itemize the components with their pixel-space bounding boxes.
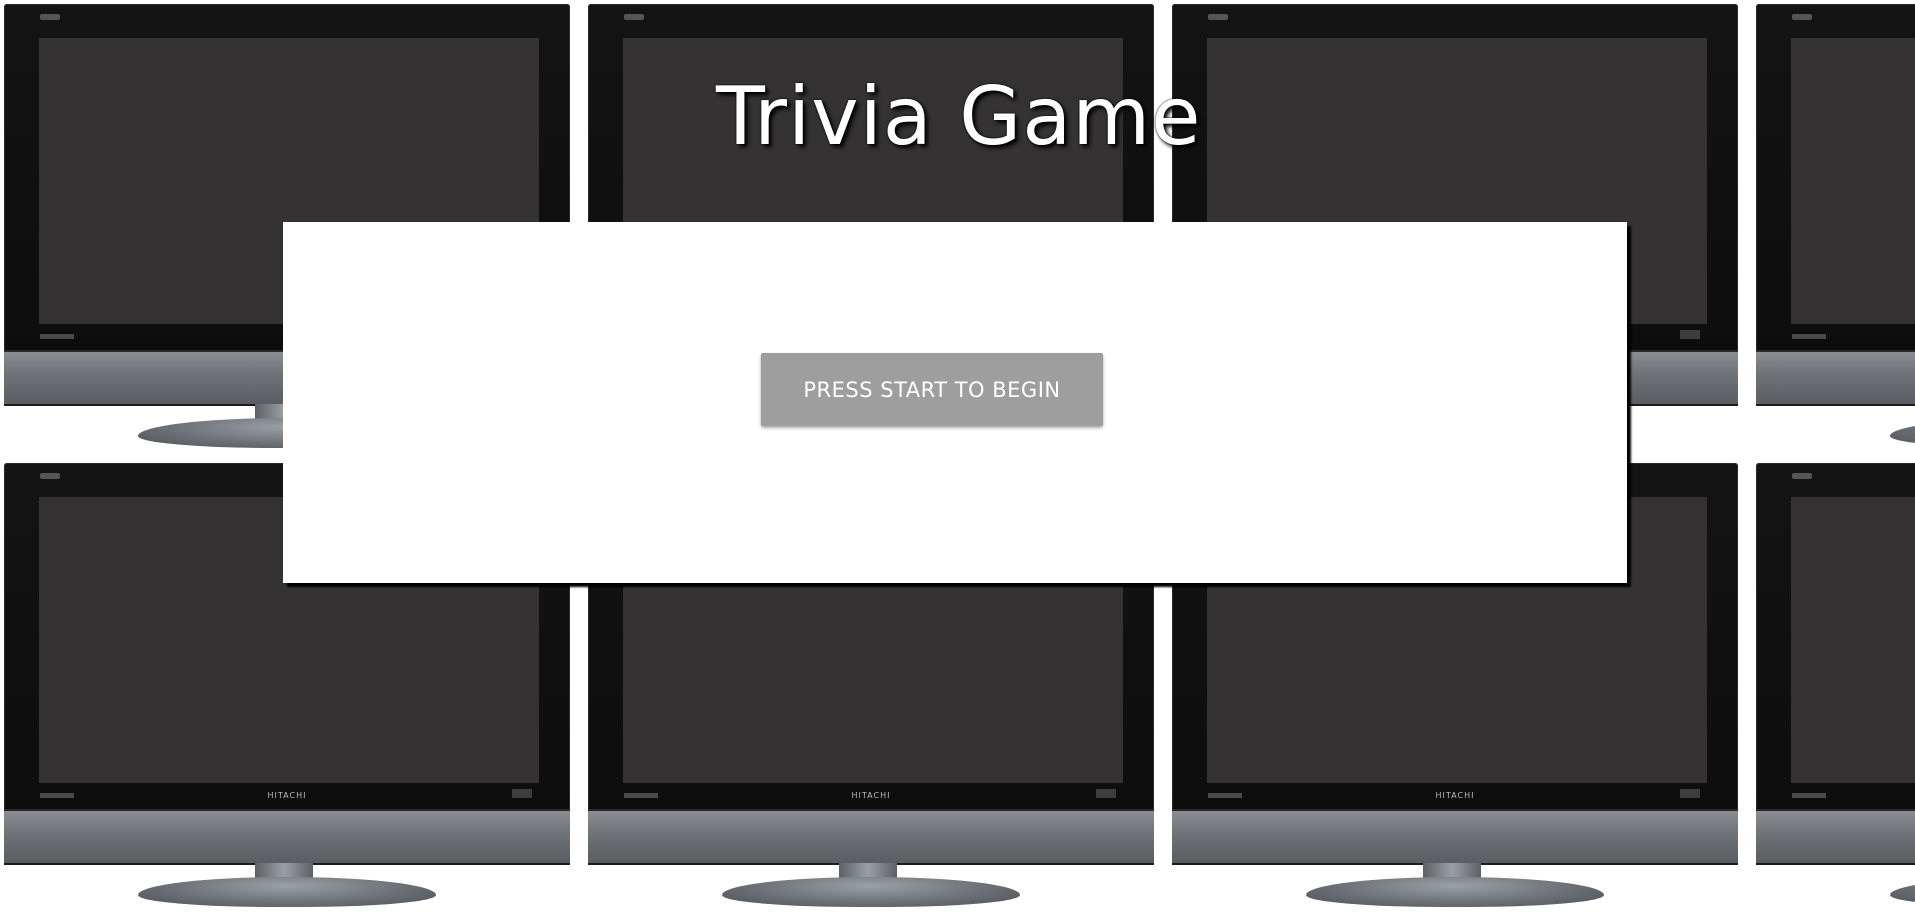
game-panel: PRESS START TO BEGIN [283, 222, 1627, 583]
tv-icon [1752, 0, 1915, 457]
tv-icon [1752, 459, 1915, 916]
page-title: Trivia Game [716, 70, 1202, 163]
game-page: HITACHI HITACHI HITACHI Trivia Game PRES… [0, 0, 1915, 916]
start-button[interactable]: PRESS START TO BEGIN [761, 353, 1103, 426]
